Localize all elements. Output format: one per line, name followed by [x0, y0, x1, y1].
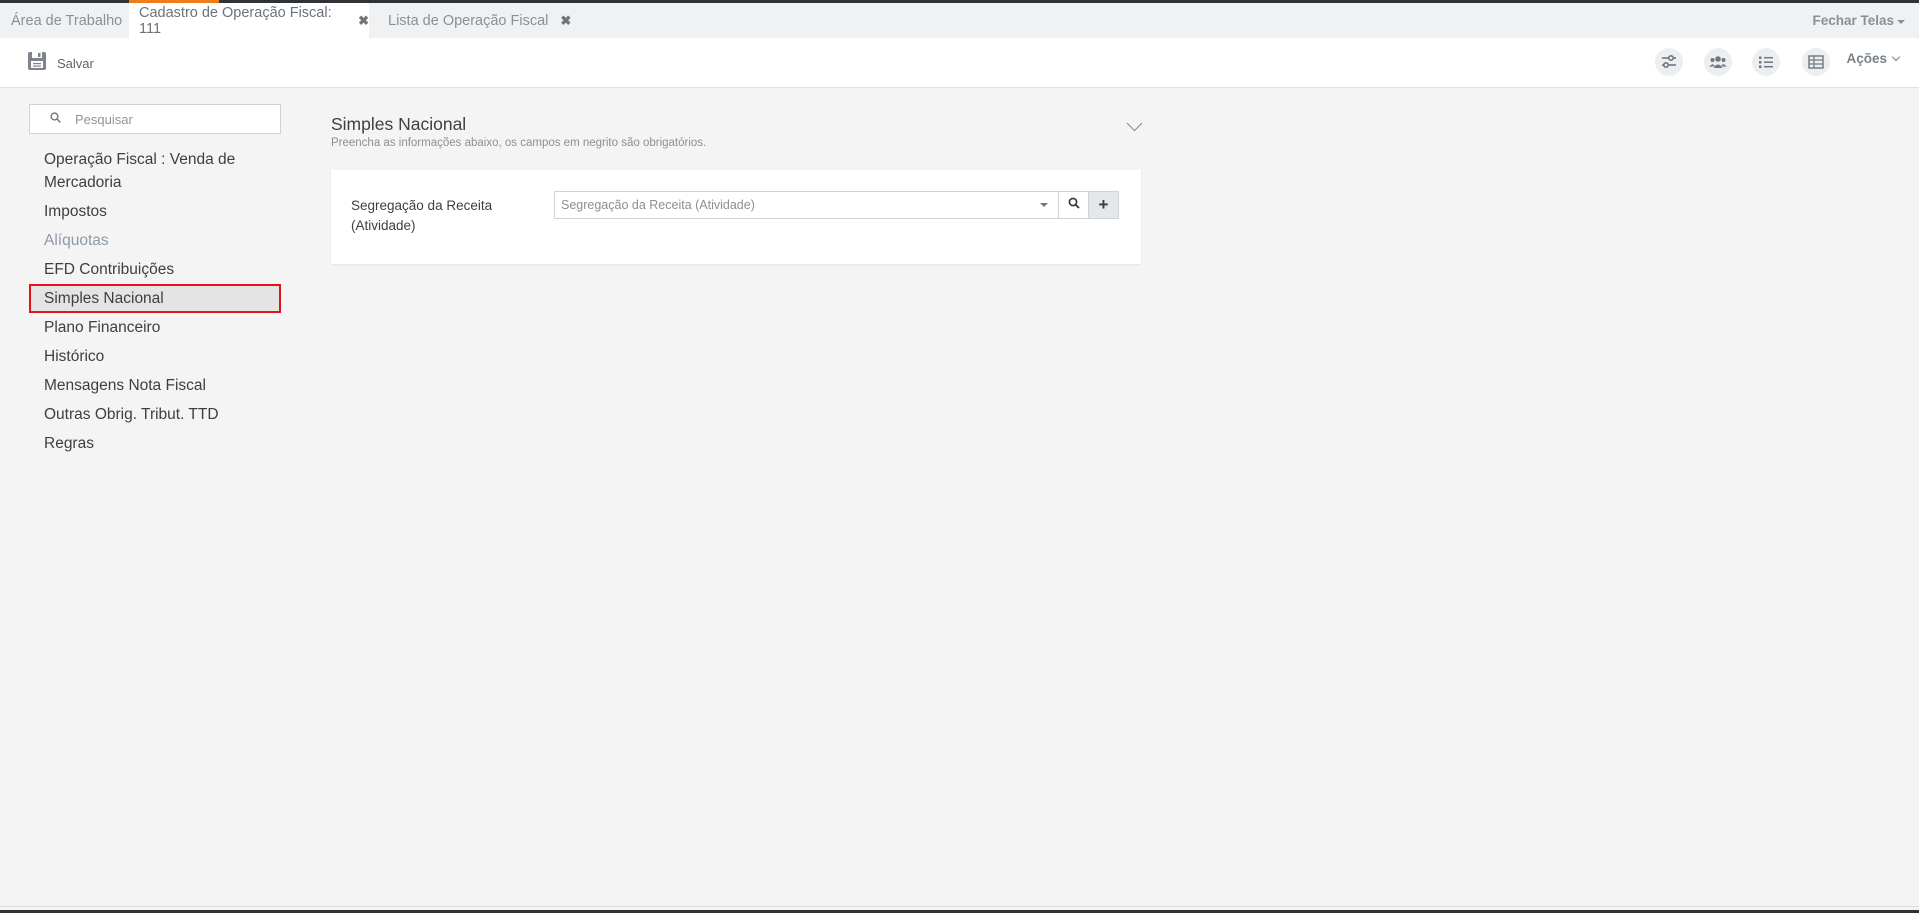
tab-label: Lista de Operação Fiscal: [388, 12, 549, 29]
close-icon[interactable]: ✖: [358, 13, 369, 29]
sidebar-item-historico[interactable]: Histórico: [29, 342, 281, 371]
segregacao-field-label: Segregação da Receita (Atividade): [351, 198, 493, 233]
sidebar-item-regras[interactable]: Regras: [29, 429, 281, 458]
section-title: Simples Nacional: [331, 114, 467, 134]
dropdown-caret-icon: [1040, 203, 1048, 207]
table-icon[interactable]: [1802, 48, 1830, 76]
chevron-down-icon: [1891, 52, 1901, 62]
tab-area-de-trabalho[interactable]: Área de Trabalho: [0, 3, 129, 38]
segregacao-placeholder: Segregação da Receita (Atividade): [561, 198, 755, 212]
tab-cadastro-operacao-fiscal[interactable]: Cadastro de Operação Fiscal: 111 ✖: [129, 3, 369, 38]
sidebar-item-plano-financeiro[interactable]: Plano Financeiro: [29, 313, 281, 342]
users-icon[interactable]: [1704, 48, 1732, 76]
sidebar-item-efd-contribuicoes[interactable]: EFD Contribuições: [29, 255, 281, 284]
search-icon: [50, 110, 61, 128]
tab-bar: Área de Trabalho Cadastro de Operação Fi…: [0, 3, 1919, 38]
sidebar-item-operacao-fiscal[interactable]: Operação Fiscal : Venda de Mercadoria: [29, 145, 281, 197]
sidebar-item-aliquotas[interactable]: Alíquotas: [29, 226, 281, 255]
sidebar-item-impostos[interactable]: Impostos: [29, 197, 281, 226]
simples-nacional-card: Segregação da Receita (Atividade) Segreg…: [331, 170, 1141, 264]
toolbar: Salvar Ações: [0, 38, 1919, 88]
list-icon[interactable]: [1752, 48, 1780, 76]
acoes-menu-button[interactable]: Ações: [1846, 51, 1901, 66]
floppy-disk-icon: [27, 51, 47, 76]
tab-label: Área de Trabalho: [11, 12, 123, 29]
segregacao-add-button[interactable]: +: [1088, 191, 1119, 219]
plus-icon: +: [1098, 195, 1109, 214]
fechar-telas-label: Fechar Telas: [1812, 13, 1894, 28]
sidebar-item-mensagens-nota-fiscal[interactable]: Mensagens Nota Fiscal: [29, 371, 281, 400]
search-icon: [1068, 196, 1080, 214]
search-input[interactable]: [75, 111, 255, 127]
caret-down-icon: [1897, 19, 1905, 24]
acoes-label: Ações: [1846, 51, 1887, 66]
save-button[interactable]: Salvar: [27, 48, 94, 78]
collapse-chevron-icon[interactable]: [1126, 115, 1143, 132]
segregacao-search-button[interactable]: [1058, 191, 1089, 219]
sidebar-search: [29, 104, 281, 134]
sidebar-nav: Operação Fiscal : Venda de Mercadoria Im…: [29, 145, 281, 458]
fechar-telas-button[interactable]: Fechar Telas: [1812, 3, 1905, 38]
section-subtitle: Preencha as informações abaixo, os campo…: [331, 137, 707, 149]
sidebar-item-simples-nacional[interactable]: Simples Nacional: [29, 284, 281, 313]
segregacao-select[interactable]: Segregação da Receita (Atividade): [554, 191, 1059, 219]
sidebar-item-outras-obrig[interactable]: Outras Obrig. Tribut. TTD: [29, 400, 281, 429]
close-icon[interactable]: ✖: [560, 13, 571, 29]
active-tab-accent: [129, 0, 219, 3]
save-label: Salvar: [57, 55, 94, 71]
bottom-divider: [0, 906, 1919, 907]
tab-label: Cadastro de Operação Fiscal: 111: [139, 4, 332, 37]
sliders-icon[interactable]: [1655, 48, 1683, 76]
tab-lista-operacao-fiscal[interactable]: Lista de Operação Fiscal ✖: [378, 3, 571, 38]
